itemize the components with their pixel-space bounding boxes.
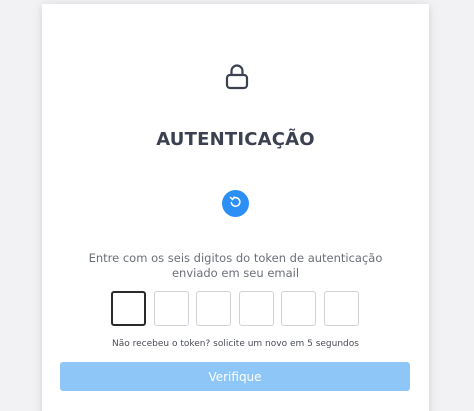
refresh-icon bbox=[229, 195, 242, 213]
otp-digit-5[interactable] bbox=[281, 291, 316, 326]
otp-digit-2[interactable] bbox=[154, 291, 189, 326]
auth-card: AUTENTICAÇÃO Entre com os seis digitos d… bbox=[42, 4, 429, 411]
resend-note: Não recebeu o token? solicite um novo em… bbox=[112, 339, 359, 349]
otp-digit-6[interactable] bbox=[324, 291, 359, 326]
instruction-line-1: Entre com os seis digitos do token de au… bbox=[88, 251, 383, 265]
otp-digit-4[interactable] bbox=[239, 291, 274, 326]
lock-icon bbox=[225, 63, 249, 91]
otp-digit-1[interactable] bbox=[111, 291, 146, 326]
page: AUTENTICAÇÃO Entre com os seis digitos d… bbox=[0, 0, 474, 411]
verify-button[interactable]: Verifique bbox=[60, 362, 410, 391]
otp-digit-3[interactable] bbox=[196, 291, 231, 326]
instruction-line-2: enviado em seu email bbox=[171, 266, 300, 280]
resend-token-button[interactable] bbox=[222, 190, 249, 217]
instructions: Entre com os seis digitos do token de au… bbox=[42, 251, 429, 281]
otp-input-group bbox=[111, 291, 360, 327]
page-title: AUTENTICAÇÃO bbox=[156, 129, 315, 150]
